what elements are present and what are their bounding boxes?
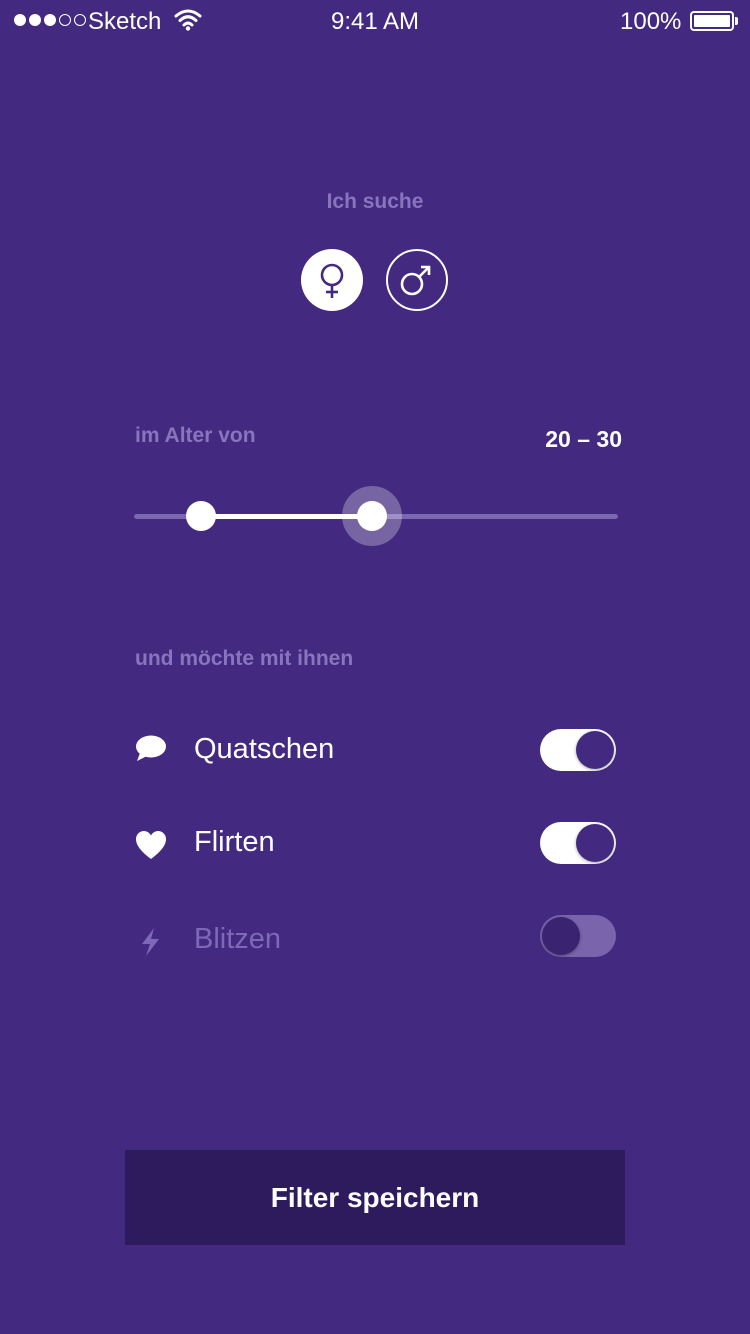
age-range-value: 20 – 30 [545, 426, 622, 452]
battery-icon [690, 11, 734, 31]
chat-bubble-icon [135, 734, 167, 766]
heart-icon [135, 830, 167, 862]
age-heading: im Alter von [135, 424, 256, 447]
activity-label-blitzen: Blitzen [194, 923, 282, 955]
female-toggle-button[interactable] [301, 249, 363, 311]
male-toggle-button[interactable] [386, 249, 448, 311]
save-filter-button[interactable]: Filter speichern [125, 1150, 625, 1245]
blitzen-toggle[interactable] [540, 915, 616, 957]
lightning-icon [135, 926, 167, 958]
battery-percentage: 100% [620, 8, 682, 35]
battery-cap [735, 17, 738, 25]
quatschen-toggle[interactable] [540, 729, 616, 771]
male-symbol-icon [400, 265, 431, 296]
status-bar: Sketch 9:41 AM 100% [0, 0, 750, 44]
female-symbol-icon [320, 263, 344, 298]
activity-label-quatschen: Quatschen [194, 733, 335, 765]
activities-heading: und möchte mit ihnen [135, 647, 354, 670]
search-heading: Ich suche [326, 190, 424, 213]
age-slider-max-handle[interactable] [357, 501, 387, 531]
activity-label-flirten: Flirten [194, 826, 275, 858]
age-slider-min-handle[interactable] [186, 501, 216, 531]
flirten-toggle[interactable] [540, 822, 616, 864]
